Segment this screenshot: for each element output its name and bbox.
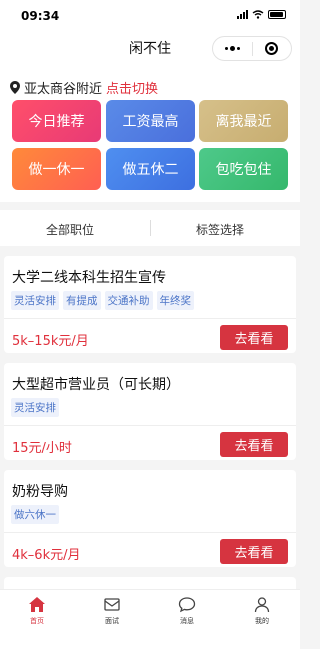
job-card[interactable]: 奶粉导购 做六休一 4k–6k元/月 去看看: [4, 470, 296, 567]
quick-filter-highest-salary[interactable]: 工资最高: [106, 100, 195, 142]
job-tags: 灵活安排 有提成 交通补助 年终奖: [11, 291, 194, 310]
quick-filter-nearest[interactable]: 离我最近: [199, 100, 288, 142]
tab-interview[interactable]: 面试: [82, 596, 142, 626]
close-button[interactable]: [253, 37, 292, 60]
signal-icon: [237, 10, 248, 19]
tab-label: 面试: [105, 617, 119, 625]
mini-program-capsule: [212, 36, 292, 61]
all-positions-tab[interactable]: 全部职位: [46, 221, 94, 238]
view-job-button[interactable]: 去看看: [220, 539, 288, 564]
quick-filter-five-day-week[interactable]: 做五休二: [106, 148, 195, 190]
job-card[interactable]: 大学二线本科生招生宣传 灵活安排 有提成 交通补助 年终奖 5k–15k元/月 …: [4, 256, 296, 353]
card-divider: [4, 532, 296, 533]
tab-home[interactable]: 首页: [7, 596, 67, 626]
user-icon: [254, 597, 270, 613]
tab-message[interactable]: 消息: [157, 596, 217, 626]
job-tags: 做六休一: [11, 505, 59, 524]
location-text: 亚太商谷附近: [24, 82, 103, 97]
location-row: 亚太商谷附近 点击切换: [10, 78, 158, 97]
home-icon: [29, 597, 45, 612]
tab-label: 我的: [255, 617, 269, 625]
location-pin-icon: [10, 81, 20, 94]
view-job-button[interactable]: 去看看: [220, 325, 288, 350]
filter-divider: [150, 220, 151, 236]
nav-bar: 闲不住: [0, 30, 300, 64]
job-salary: 15元/小时: [12, 441, 72, 456]
card-divider: [4, 425, 296, 426]
tab-label: 消息: [180, 617, 194, 625]
job-title: 大学二线本科生招生宣传: [12, 270, 166, 286]
job-card[interactable]: 大型超市营业员（可长期） 灵活安排 15元/小时 去看看: [4, 363, 296, 460]
tab-label: 首页: [30, 617, 44, 625]
job-salary: 4k–6k元/月: [12, 548, 81, 563]
job-tag: 灵活安排: [11, 291, 59, 310]
quick-filter-room-and-board[interactable]: 包吃包住: [199, 148, 288, 190]
quick-filter-today-recommend[interactable]: 今日推荐: [12, 100, 101, 142]
job-tag: 灵活安排: [11, 398, 59, 417]
card-divider: [4, 318, 296, 319]
close-target-icon: [265, 42, 279, 55]
job-tag: 年终奖: [156, 291, 194, 310]
job-tag: 做六休一: [11, 505, 59, 524]
job-title: 奶粉导购: [12, 484, 68, 500]
tag-select-tab[interactable]: 标签选择: [196, 221, 244, 238]
wifi-icon: [252, 10, 264, 19]
chat-icon: [178, 597, 196, 613]
job-title: 大型超市营业员（可长期）: [12, 377, 180, 393]
status-bar: 09:34: [0, 0, 300, 30]
battery-icon: [268, 10, 286, 19]
location-switch-link[interactable]: 点击切换: [106, 78, 158, 97]
mail-icon: [104, 598, 120, 611]
job-tag: 有提成: [63, 291, 101, 310]
quick-filter-work-one-rest-one[interactable]: 做一休一: [12, 148, 101, 190]
status-time: 09:34: [21, 9, 60, 23]
status-icons: [237, 10, 286, 19]
view-job-button[interactable]: 去看看: [220, 432, 288, 457]
job-tags: 灵活安排: [11, 398, 59, 417]
more-icon: [224, 46, 240, 51]
bottom-tab-bar: 首页 面试 消息 我的: [0, 589, 300, 649]
more-button[interactable]: [213, 37, 252, 60]
job-tag: 交通补助: [104, 291, 153, 310]
filter-bar: 全部职位 标签选择: [0, 210, 300, 246]
job-salary: 5k–15k元/月: [12, 334, 89, 349]
tab-mine[interactable]: 我的: [232, 596, 292, 626]
